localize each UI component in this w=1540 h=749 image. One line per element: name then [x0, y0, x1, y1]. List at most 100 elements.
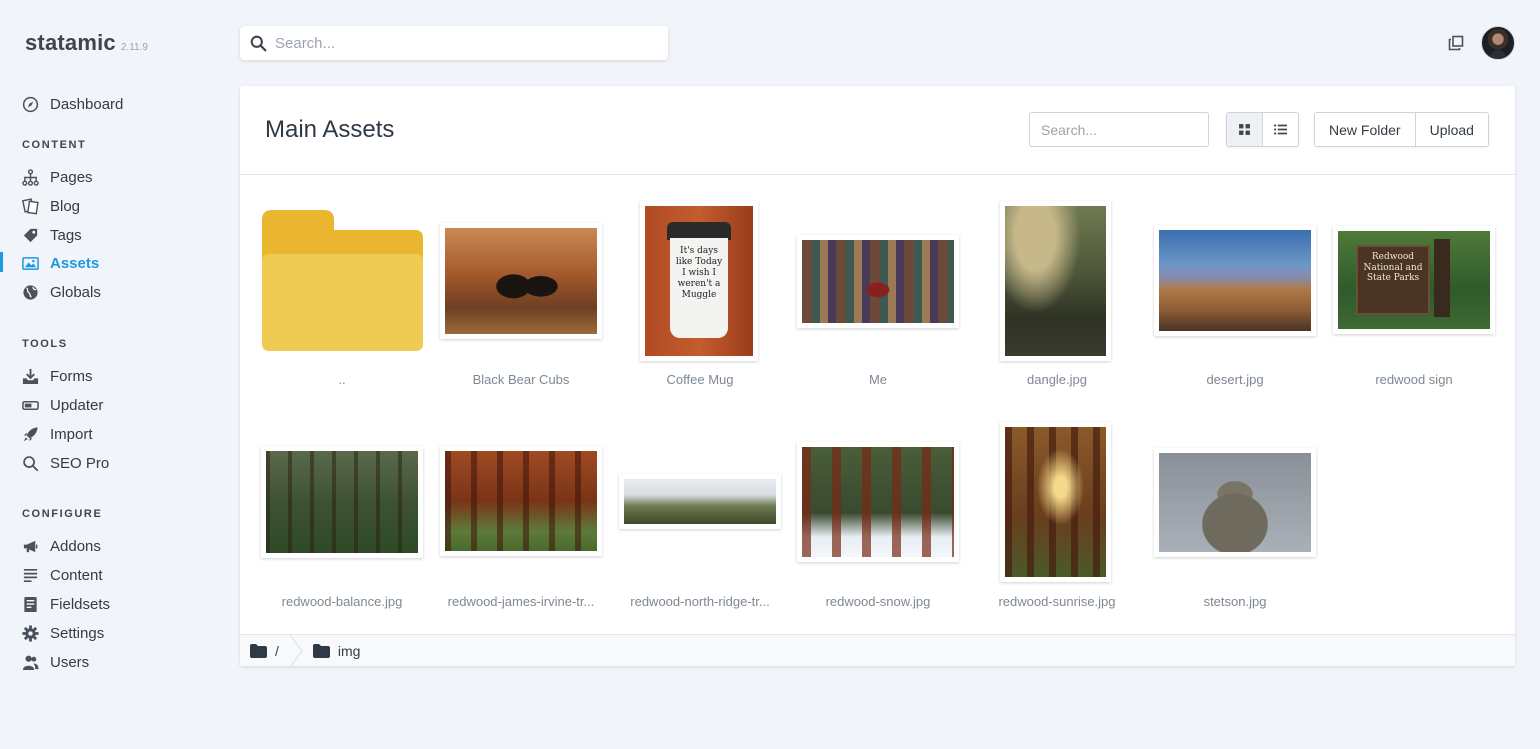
- asset-label: redwood-north-ridge-tr...: [630, 594, 770, 609]
- breadcrumb-root[interactable]: /: [240, 635, 289, 666]
- thumbnail-frame: [1000, 422, 1111, 582]
- asset-thumbnail[interactable]: redwood-james-irvine-tr...: [440, 408, 602, 609]
- sidebar-item-pages[interactable]: Pages: [22, 166, 93, 188]
- redwood-north-ridge-image: [624, 479, 776, 524]
- grid-icon: [1239, 124, 1250, 135]
- breadcrumb-root-label: /: [275, 642, 279, 659]
- sidebar-item-blog[interactable]: Blog: [22, 195, 80, 217]
- asset-label: redwood sign: [1375, 372, 1453, 387]
- asset-label: Coffee Mug: [666, 372, 734, 387]
- sidebar-heading-content: CONTENT: [22, 139, 87, 151]
- sign-text: Redwood National and State Parks: [1356, 245, 1430, 315]
- asset-label: redwood-snow.jpg: [825, 594, 931, 609]
- redwood-james-irvine-image: [445, 451, 597, 551]
- me-image: [802, 240, 954, 323]
- asset-label: dangle.jpg: [1027, 372, 1087, 387]
- globe-icon: [23, 284, 38, 300]
- asset-label: redwood-sunrise.jpg: [998, 594, 1116, 609]
- asset-search-input[interactable]: [1029, 112, 1209, 147]
- sidebar-item-label: Users: [50, 653, 90, 671]
- asset-parent-folder[interactable]: ..: [261, 186, 423, 387]
- brand-version: 2.11.9: [120, 42, 148, 53]
- list-view-button[interactable]: [1263, 113, 1298, 146]
- brand-logo[interactable]: statamic 2.11.9: [25, 30, 148, 56]
- megaphone-icon: [23, 540, 38, 552]
- asset-thumbnail[interactable]: stetson.jpg: [1154, 408, 1316, 609]
- asset-thumbnail[interactable]: desert.jpg: [1154, 186, 1316, 387]
- asset-label: ..: [338, 372, 346, 387]
- search-icon: [23, 455, 39, 471]
- sidebar-item-label: Forms: [50, 367, 93, 385]
- thumbnail-frame: [261, 446, 423, 558]
- sidebar-heading-configure: CONFIGURE: [22, 508, 103, 520]
- asset-thumbnail[interactable]: Me: [797, 186, 959, 387]
- sidebar-item-assets[interactable]: Assets: [22, 252, 99, 274]
- sidebar-item-label: SEO Pro: [50, 454, 110, 472]
- asset-thumbnail[interactable]: redwood-snow.jpg: [797, 408, 959, 609]
- document-icon: [24, 596, 37, 612]
- list-icon: [1274, 124, 1287, 135]
- upload-button[interactable]: Upload: [1414, 113, 1488, 146]
- redwood-balance-image: [266, 451, 418, 553]
- sidebar-item-dashboard[interactable]: Dashboard: [22, 93, 123, 115]
- asset-thumbnail[interactable]: redwood-balance.jpg: [261, 408, 423, 609]
- thumbnail-frame: [797, 442, 959, 562]
- thumbnail-frame: [1000, 201, 1111, 361]
- global-search-input[interactable]: [275, 34, 645, 52]
- sidebar-item-fieldsets[interactable]: Fieldsets: [22, 593, 110, 615]
- thumbnail-frame: [1154, 448, 1316, 557]
- asset-thumbnail[interactable]: Black Bear Cubs: [440, 186, 602, 387]
- sidebar-item-updater[interactable]: Updater: [22, 394, 103, 416]
- sidebar-item-users[interactable]: Users: [22, 651, 89, 673]
- sidebar-item-import[interactable]: Import: [22, 423, 93, 445]
- breadcrumb-folder-label: img: [337, 642, 361, 659]
- asset-thumbnail[interactable]: It's days like Today I wish I weren't a …: [619, 186, 781, 387]
- thumbnail-frame: [440, 223, 602, 339]
- sidebar-item-label: Import: [50, 425, 93, 443]
- sidebar-item-content[interactable]: Content: [22, 564, 103, 586]
- documents-icon: [22, 197, 39, 215]
- sidebar-item-label: Content: [50, 566, 103, 584]
- new-folder-button[interactable]: New Folder: [1315, 113, 1415, 146]
- asset-thumbnail[interactable]: redwood-sunrise.jpg: [976, 408, 1138, 609]
- folder-icon: [250, 643, 267, 658]
- asset-label: desert.jpg: [1206, 372, 1264, 387]
- chevron-right-icon: [289, 634, 303, 667]
- asset-thumbnail[interactable]: Redwood National and State Parks redwood…: [1333, 186, 1495, 387]
- sidebar-item-settings[interactable]: Settings: [22, 622, 104, 644]
- active-nav-indicator: [0, 252, 3, 272]
- view-toggle: [1226, 112, 1299, 147]
- breadcrumb: / img: [240, 634, 1515, 667]
- sidebar-heading-tools: TOOLS: [22, 338, 68, 350]
- asset-label: redwood-balance.jpg: [281, 594, 403, 609]
- sidebar-item-label: Globals: [50, 283, 101, 301]
- thumbnail-frame: It's days like Today I wish I weren't a …: [640, 201, 758, 361]
- sidebar-item-label: Blog: [50, 197, 81, 215]
- redwood-sunrise-image: [1005, 427, 1106, 577]
- header-divider: [240, 174, 1515, 175]
- sidebar-item-seo-pro[interactable]: SEO Pro: [22, 452, 109, 474]
- sidebar-item-forms[interactable]: Forms: [22, 365, 93, 387]
- sidebar-item-addons[interactable]: Addons: [22, 535, 101, 557]
- global-search[interactable]: [240, 26, 668, 60]
- avatar[interactable]: [1481, 26, 1515, 60]
- battery-icon: [22, 400, 39, 410]
- desert-image: [1159, 230, 1311, 331]
- asset-thumbnail[interactable]: dangle.jpg: [976, 186, 1138, 387]
- sidebar-item-tags[interactable]: Tags: [22, 224, 82, 246]
- download-tray-icon: [22, 368, 39, 384]
- users-icon: [22, 655, 39, 670]
- mug-text: It's days like Today I wish I weren't a …: [670, 238, 728, 338]
- new-window-icon[interactable]: [1448, 35, 1464, 51]
- grid-view-button[interactable]: [1227, 113, 1263, 146]
- thumbnail-frame: [797, 235, 959, 328]
- asset-thumbnail[interactable]: redwood-north-ridge-tr...: [619, 408, 781, 609]
- compass-icon: [22, 96, 39, 112]
- stetson-image: [1159, 453, 1311, 552]
- tag-icon: [23, 228, 38, 242]
- page-title: Main Assets: [265, 116, 395, 143]
- redwood-sign-image: Redwood National and State Parks: [1338, 231, 1490, 329]
- sidebar-item-globals[interactable]: Globals: [22, 281, 101, 303]
- redwood-snow-image: [802, 447, 954, 557]
- breadcrumb-folder[interactable]: img: [303, 635, 371, 666]
